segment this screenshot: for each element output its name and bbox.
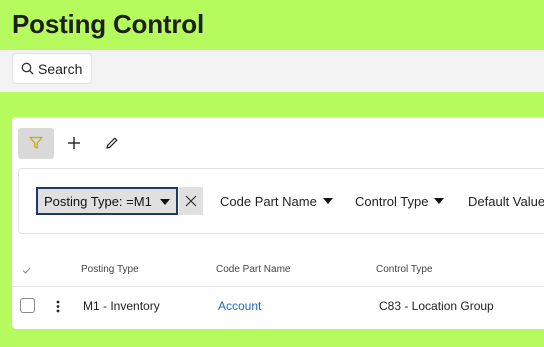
add-button[interactable] — [56, 128, 92, 159]
column-header-posting-type[interactable]: Posting Type — [81, 264, 139, 275]
filter-chip-label: Posting Type: =M1 — [44, 193, 152, 209]
caret-down-icon — [322, 198, 333, 204]
caret-down-icon — [434, 198, 445, 204]
search-button[interactable]: Search — [12, 53, 93, 84]
clear-filter-button[interactable] — [179, 187, 203, 215]
control-type-cell: C83 - Location Group — [379, 299, 494, 313]
filter-dropdown-label: Code Part Name — [220, 193, 317, 209]
filter-button[interactable] — [18, 127, 54, 159]
filter-bar: Posting Type: =M1 Code Part Name Control… — [18, 168, 544, 234]
pencil-icon — [106, 137, 118, 149]
more-vertical-icon[interactable] — [56, 300, 60, 313]
search-icon — [21, 62, 34, 75]
filter-dropdown-label: Default Value — [468, 193, 544, 209]
main-panel: Posting Type: =M1 Code Part Name Control… — [12, 117, 544, 329]
select-all-check-icon[interactable] — [22, 267, 31, 274]
plus-icon — [68, 137, 80, 149]
search-bar: Search — [0, 50, 544, 92]
code-part-name-filter[interactable]: Code Part Name — [220, 187, 333, 215]
filter-dropdown-label: Control Type — [355, 193, 429, 209]
posting-type-filter-chip[interactable]: Posting Type: =M1 — [36, 187, 178, 215]
control-type-filter[interactable]: Control Type — [355, 187, 445, 215]
code-part-name-link[interactable]: Account — [218, 299, 261, 313]
default-value-filter[interactable]: Default Value — [468, 187, 544, 215]
page-title: Posting Control — [12, 9, 204, 39]
table-row[interactable]: M1 - Inventory Account C83 - Location Gr… — [12, 286, 544, 324]
column-header-code-part-name[interactable]: Code Part Name — [216, 264, 290, 275]
table-header: Posting Type Code Part Name Control Type — [12, 262, 544, 286]
row-checkbox[interactable] — [20, 298, 35, 313]
filter-icon — [29, 136, 43, 149]
search-label: Search — [38, 60, 83, 77]
caret-down-icon — [160, 199, 170, 205]
posting-type-cell: M1 - Inventory — [83, 299, 160, 313]
edit-button[interactable] — [94, 128, 130, 159]
toolbar — [18, 127, 132, 159]
close-icon — [185, 195, 197, 207]
column-header-control-type[interactable]: Control Type — [376, 264, 433, 275]
